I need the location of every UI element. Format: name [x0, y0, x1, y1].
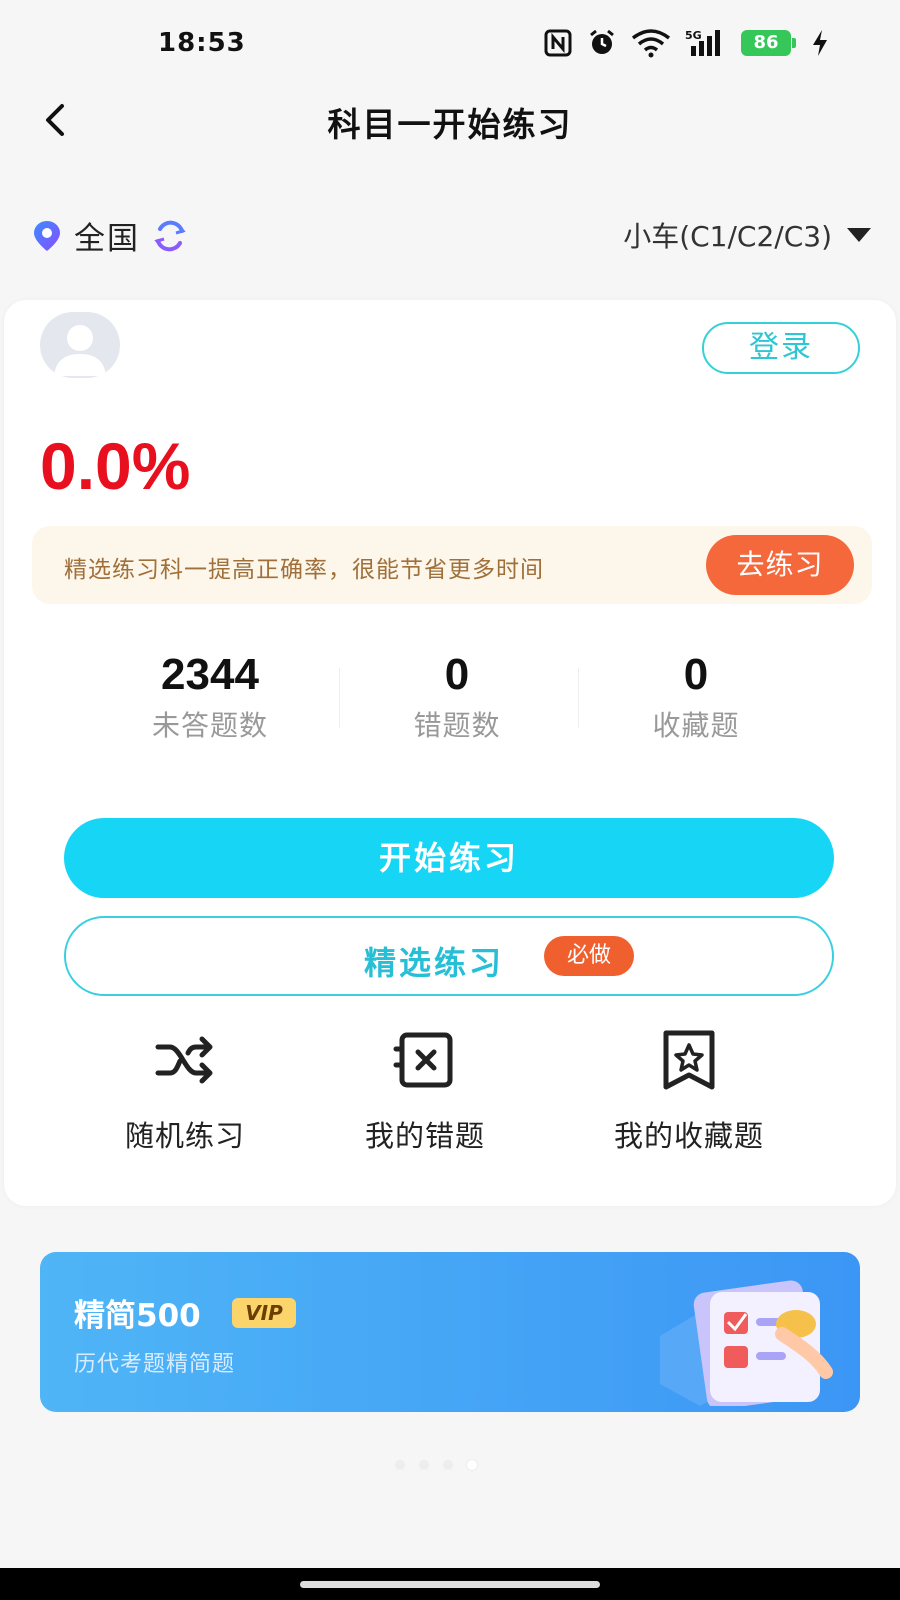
my-wrong-questions-label: 我的错题 [364, 1119, 485, 1153]
vehicle-type-dropdown[interactable]: 小车(C1/C2/C3) [623, 215, 872, 255]
wrong-questions-icon [393, 1032, 453, 1088]
status-bar: 18:53 5G 86 [0, 0, 900, 90]
stat-value: 0 [444, 650, 470, 699]
random-practice-label: 随机练习 [124, 1119, 245, 1153]
my-favorites-button[interactable]: 我的收藏题 [604, 1025, 774, 1155]
svg-text:5G: 5G [685, 29, 702, 42]
carousel-indicator [395, 1460, 477, 1470]
stat-label: 未答题数 [151, 709, 268, 742]
stat-label: 错题数 [413, 709, 501, 742]
stat-unanswered[interactable]: 2344 未答题数 [90, 650, 330, 744]
vip-banner-subtitle: 历代考题精简题 [74, 1352, 236, 1377]
location-pin-icon [34, 220, 60, 251]
region-label: 全国 [74, 221, 140, 257]
vip-banner-title: 精简500 [74, 1298, 201, 1334]
practice-tools: 随机练习 我的错题 我的收藏题 [4, 1025, 896, 1155]
caret-down-icon [847, 228, 871, 242]
page-title: 科目一开始练习 [327, 105, 573, 144]
alarm-icon [590, 29, 614, 54]
battery-level: 86 [741, 30, 791, 56]
status-icons: 5G 86 [543, 28, 830, 58]
random-practice-button[interactable]: 随机练习 [110, 1025, 260, 1155]
selected-practice-label: 精选练习 [364, 944, 505, 982]
carousel-dot[interactable] [419, 1460, 429, 1470]
login-button[interactable]: 登录 [702, 322, 860, 374]
checklist-illustration-icon [660, 1280, 833, 1406]
go-practice-button[interactable]: 去练习 [706, 535, 854, 595]
stat-label: 收藏题 [652, 709, 740, 742]
tip-text: 精选练习科一提高正确率，很能节省更多时间 [64, 557, 544, 583]
carousel-dot[interactable] [395, 1460, 405, 1470]
start-practice-button[interactable]: 开始练习 [64, 818, 834, 898]
carousel-dot[interactable] [443, 1460, 453, 1470]
stats-row: 2344 未答题数 0 错题数 0 收藏题 [4, 650, 896, 750]
bookmark-star-icon [663, 1030, 715, 1090]
stat-value: 0 [683, 650, 709, 699]
region-row: 全国 小车(C1/C2/C3) [0, 205, 900, 265]
shuffle-icon [155, 1036, 213, 1084]
wifi-icon [631, 29, 671, 58]
status-time: 18:53 [158, 28, 246, 58]
vehicle-type-label: 小车(C1/C2/C3) [623, 220, 832, 253]
accuracy-rate: 0.0% [40, 429, 191, 503]
stat-favorites[interactable]: 0 收藏题 [576, 650, 816, 744]
stat-value: 2344 [161, 650, 259, 699]
battery-indicator: 86 [741, 30, 796, 56]
vip-banner[interactable]: 精简500 VIP 历代考题精简题 [40, 1252, 860, 1412]
user-avatar-icon [54, 325, 106, 376]
avatar[interactable] [40, 312, 120, 378]
my-wrong-questions-button[interactable]: 我的错题 [350, 1025, 500, 1155]
home-indicator[interactable] [300, 1581, 600, 1588]
charging-icon [813, 30, 827, 56]
selected-practice-button[interactable]: 精选练习 必做 [64, 916, 834, 996]
stat-wrong[interactable]: 0 错题数 [337, 650, 577, 744]
system-nav-bar [0, 1568, 900, 1600]
my-favorites-label: 我的收藏题 [613, 1119, 764, 1153]
nfc-icon [544, 29, 572, 57]
must-do-badge: 必做 [544, 936, 634, 976]
tip-banner: 精选练习科一提高正确率，很能节省更多时间 去练习 [32, 526, 872, 604]
practice-card: 登录 0.0% 精选练习科一提高正确率，很能节省更多时间 去练习 2344 未答… [4, 300, 896, 1206]
signal-5g-icon: 5G [685, 29, 720, 56]
vip-badge: VIP [232, 1298, 296, 1328]
region-selector[interactable]: 全国 [32, 213, 188, 258]
header: 科目一开始练习 [0, 90, 900, 200]
carousel-dot-active[interactable] [467, 1460, 477, 1470]
switch-region-icon[interactable] [152, 219, 188, 253]
